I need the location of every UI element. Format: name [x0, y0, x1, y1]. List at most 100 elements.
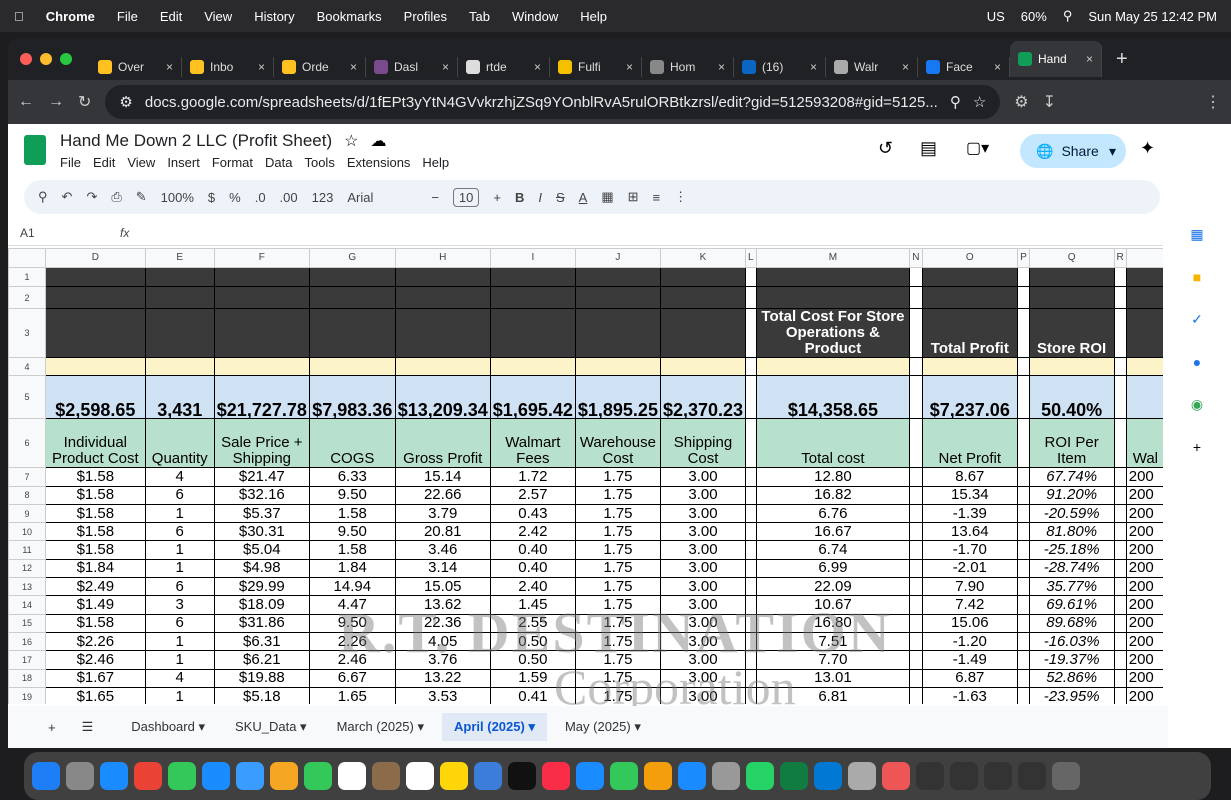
cell[interactable]: 7.90 [921, 577, 1019, 597]
cell[interactable]: -1.20 [921, 631, 1019, 652]
cell[interactable]: 3.14 [394, 558, 491, 579]
cell[interactable]: 200 [1125, 503, 1165, 524]
tasks-icon[interactable]: ✓ [1191, 311, 1203, 328]
cell[interactable]: 3.00 [659, 503, 747, 524]
cell[interactable] [909, 577, 923, 597]
sheet-tab[interactable]: May (2025) ▾ [553, 713, 653, 741]
cell[interactable]: 4 [144, 668, 215, 688]
cell[interactable]: 2.40 [489, 577, 576, 597]
cell[interactable]: 1 [144, 503, 215, 524]
cell[interactable]: Sale Price + Shipping [213, 418, 310, 469]
cell[interactable] [1017, 613, 1030, 633]
cell[interactable]: 13.62 [394, 595, 491, 615]
cell[interactable]: 3.46 [394, 540, 491, 560]
dock-app-icon[interactable] [406, 762, 434, 790]
cell[interactable] [1125, 267, 1165, 287]
row-header[interactable]: 10 [8, 522, 46, 542]
cell[interactable] [745, 485, 757, 505]
cell[interactable] [755, 286, 911, 309]
cell[interactable] [1017, 558, 1030, 579]
row-header[interactable]: 14 [8, 595, 46, 615]
cell[interactable]: $31.86 [213, 613, 310, 633]
cell[interactable] [909, 485, 923, 505]
cell[interactable]: 1 [144, 558, 215, 579]
cell[interactable]: $19.88 [213, 668, 310, 688]
cell[interactable] [1113, 267, 1127, 287]
cell[interactable] [909, 558, 923, 579]
cell[interactable]: $1.65 [45, 686, 146, 704]
dock-app-icon[interactable] [202, 762, 230, 790]
cell[interactable]: $1.58 [45, 485, 146, 505]
column-header[interactable]: J [574, 248, 661, 268]
cell[interactable]: 13.22 [394, 668, 491, 688]
cell[interactable]: 50.40% [1028, 375, 1115, 420]
cell[interactable]: $5.18 [213, 686, 310, 704]
cell[interactable]: 89.68% [1028, 613, 1115, 633]
dock-app-icon[interactable] [508, 762, 536, 790]
cell[interactable] [1113, 375, 1127, 420]
dock-app-icon[interactable] [1018, 762, 1046, 790]
more-icon[interactable]: ⋮ [674, 189, 687, 205]
star-icon[interactable]: ☆ [344, 131, 358, 151]
keep-icon[interactable]: ■ [1193, 269, 1201, 285]
cell[interactable]: ROI Per Item [1028, 418, 1115, 469]
cell[interactable] [308, 356, 396, 377]
cell[interactable] [394, 356, 491, 377]
row-header[interactable]: 15 [8, 613, 46, 633]
cell[interactable]: 3.76 [394, 650, 491, 670]
cell[interactable]: 6.81 [755, 686, 911, 704]
cell[interactable] [394, 308, 491, 358]
cell[interactable] [745, 375, 757, 420]
cell[interactable] [394, 286, 491, 309]
close-tab-icon[interactable]: × [810, 60, 817, 74]
dock-app-icon[interactable] [712, 762, 740, 790]
cell[interactable]: $4.98 [213, 558, 310, 579]
row-header[interactable]: 13 [8, 577, 46, 597]
cell[interactable]: 6 [144, 577, 215, 597]
dock-app-icon[interactable] [1052, 762, 1080, 790]
cell[interactable]: 1.58 [308, 503, 396, 524]
cell[interactable]: $2,598.65 [45, 375, 146, 420]
menu-tools[interactable]: Tools [304, 155, 334, 170]
apple-icon[interactable]:  [14, 9, 24, 24]
column-header[interactable]: L [745, 248, 757, 268]
cell[interactable]: $21,727.78 [213, 375, 310, 420]
cell[interactable] [394, 267, 491, 287]
row-header[interactable]: 12 [8, 558, 46, 579]
cell[interactable]: 15.06 [921, 613, 1019, 633]
cell[interactable] [1017, 595, 1030, 615]
cell[interactable] [755, 267, 911, 287]
cell[interactable]: Warehouse Cost [574, 418, 661, 469]
cell[interactable]: 1.75 [574, 650, 661, 670]
cell[interactable] [921, 267, 1019, 287]
cell[interactable]: 10.67 [755, 595, 911, 615]
history-icon[interactable]: ↺ [878, 138, 893, 159]
cell[interactable]: -1.39 [921, 503, 1019, 524]
row-header[interactable]: 11 [8, 540, 46, 560]
cell[interactable]: 2.55 [489, 613, 576, 633]
cell[interactable] [45, 356, 146, 377]
fill-color-icon[interactable]: ▦ [601, 189, 613, 205]
cell[interactable] [1017, 631, 1030, 652]
cell[interactable]: 200 [1125, 668, 1165, 688]
cell[interactable]: 16.82 [755, 485, 911, 505]
browser-tab[interactable]: Inbo × [182, 57, 274, 77]
cell[interactable]: $14,358.65 [755, 375, 911, 420]
cell[interactable]: -1.49 [921, 650, 1019, 670]
cell[interactable] [45, 286, 146, 309]
cell[interactable]: $2.26 [45, 631, 146, 652]
cell[interactable] [745, 418, 757, 469]
cell[interactable] [144, 286, 215, 309]
cell[interactable] [213, 308, 310, 358]
cell[interactable] [1113, 286, 1127, 309]
cell[interactable] [308, 286, 396, 309]
cell[interactable] [1017, 286, 1030, 309]
cell[interactable] [909, 267, 923, 287]
cell[interactable]: $1.67 [45, 668, 146, 688]
cell[interactable] [1017, 356, 1030, 377]
cell[interactable] [745, 668, 757, 688]
cell[interactable]: 3.00 [659, 650, 747, 670]
cell[interactable]: -16.03% [1028, 631, 1115, 652]
cell[interactable]: Walmart Fees [489, 418, 576, 469]
cell[interactable]: 3.00 [659, 613, 747, 633]
